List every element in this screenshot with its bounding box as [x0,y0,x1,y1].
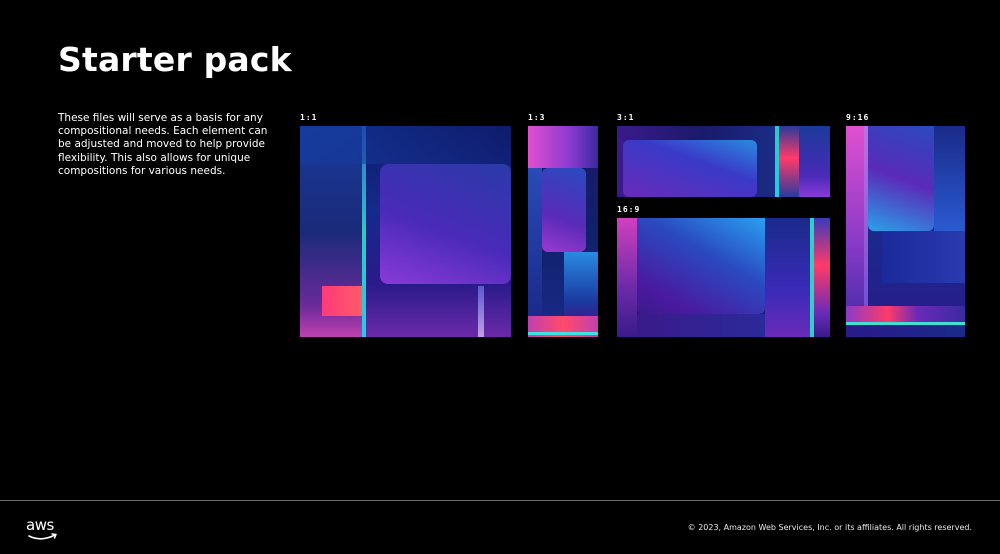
panel-label-1-1: 1:1 [300,113,318,122]
footer-divider [0,500,1000,501]
copyright-text: © 2023, Amazon Web Services, Inc. or its… [687,523,972,532]
panel-3-1 [617,126,830,197]
panel-label-16-9: 16:9 [617,205,641,214]
aws-logo-icon: aws [26,518,60,542]
panel-16-9 [617,218,830,337]
panel-label-1-3: 1:3 [528,113,546,122]
description-text: These files will serve as a basis for an… [58,112,268,177]
panel-1-3 [528,126,598,337]
panel-9-16 [846,126,965,337]
panel-1-1 [300,126,511,337]
panel-label-9-16: 9:16 [846,113,870,122]
page-title: Starter pack [58,40,292,79]
panel-label-3-1: 3:1 [617,113,635,122]
